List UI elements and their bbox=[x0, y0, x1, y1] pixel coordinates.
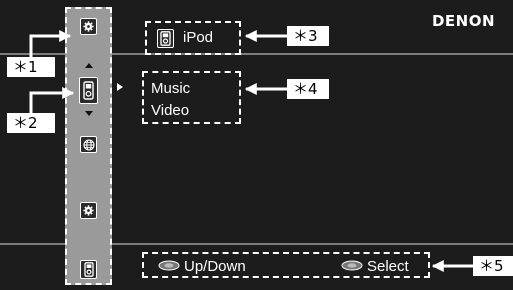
callout-1: ＊1 bbox=[7, 57, 55, 77]
callout-4: ＊4 bbox=[287, 79, 329, 99]
callout-5: ＊5 bbox=[473, 256, 513, 276]
callout-2: ＊2 bbox=[7, 113, 55, 133]
callout-arrows bbox=[29, 30, 473, 272]
gui-screen: DENON iPod Music Video Up/Down Select ＊1… bbox=[0, 0, 513, 290]
callout-3: ＊3 bbox=[287, 26, 329, 46]
